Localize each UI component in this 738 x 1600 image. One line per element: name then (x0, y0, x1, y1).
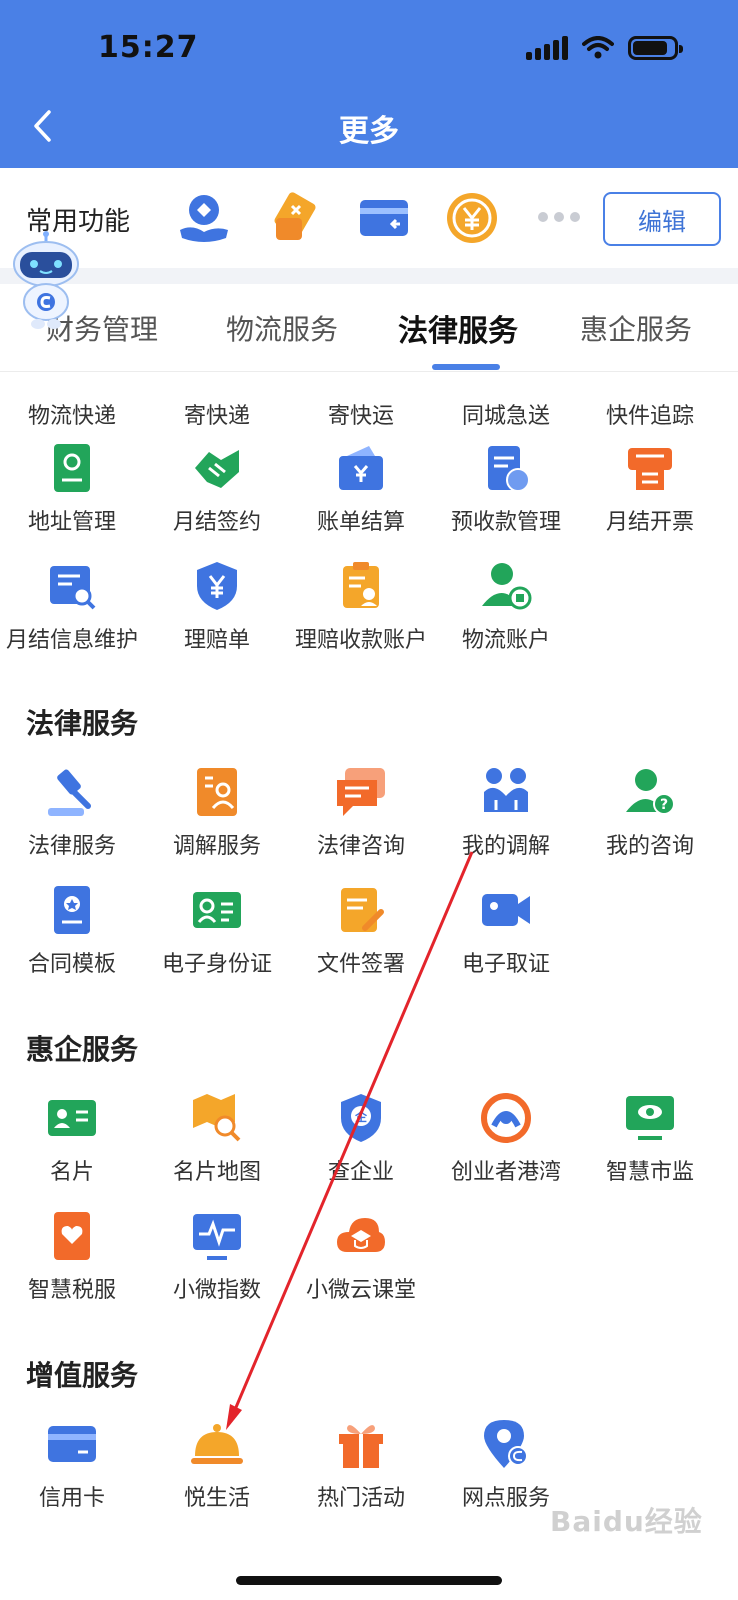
divider (0, 268, 738, 284)
mediation-doc-icon (197, 768, 237, 816)
coupon-tag-icon[interactable] (266, 190, 322, 246)
service-item-tax[interactable]: 智慧税服 (0, 1210, 146, 1304)
edit-button[interactable]: 编辑 (603, 192, 721, 246)
service-item-cloud-class[interactable]: 小微云课堂 (287, 1210, 435, 1304)
more-dots-icon (538, 212, 580, 222)
hand-person-icon[interactable] (176, 190, 232, 246)
service-item[interactable]: 寄快运 (287, 372, 435, 430)
service-item-monthly-sign[interactable]: 月结签约 (143, 442, 291, 536)
service-item[interactable]: 物流快递 (0, 372, 146, 430)
service-item-my-consult[interactable]: ? 我的咨询 (576, 766, 724, 860)
section-title-legal: 法律服务 (26, 707, 139, 740)
service-item-company[interactable]: 企 查企业 (287, 1092, 435, 1186)
gavel-icon (48, 769, 91, 816)
user-box-icon (482, 563, 532, 610)
tab-legal[interactable]: 法律服务 (398, 306, 518, 350)
doc-sign-icon (341, 888, 384, 932)
service-item-market-supervision[interactable]: 智慧市监 (576, 1092, 724, 1186)
status-time: 15:27 (98, 30, 199, 65)
service-item-legal[interactable]: 法律服务 (0, 766, 146, 860)
yuan-coin-icon[interactable] (444, 190, 500, 246)
service-item-prepay[interactable]: 预收款管理 (432, 442, 580, 536)
service-item-card-map[interactable]: 名片地图 (143, 1092, 291, 1186)
invoice-printer-icon (628, 448, 672, 490)
service-item-my-mediation[interactable]: 我的调解 (432, 766, 580, 860)
battery-icon (628, 36, 683, 60)
cloud-class-icon (337, 1218, 385, 1252)
location-pin-icon (484, 1420, 528, 1468)
service-item-contract[interactable]: 合同模板 (0, 884, 146, 978)
service-item-harbor[interactable]: 创业者港湾 (432, 1092, 580, 1186)
bill-yuan-icon (339, 446, 383, 490)
service-item-monthly-info[interactable]: 月结信息维护 (0, 560, 146, 654)
service-item-card[interactable]: 名片 (0, 1092, 146, 1186)
video-camera-icon (482, 894, 530, 926)
user-question-icon: ? (626, 769, 675, 815)
tab-logistics[interactable]: 物流服务 (226, 308, 338, 348)
common-functions-bar: 常用功能 编辑 (0, 168, 738, 268)
tab-enterprise[interactable]: 惠企服务 (580, 308, 692, 348)
service-item-evidence[interactable]: 电子取证 (432, 884, 580, 978)
service-item-address[interactable]: 地址管理 (0, 442, 146, 536)
prepay-doc-icon (488, 446, 530, 492)
two-people-icon (484, 768, 528, 812)
service-item-claim-account[interactable]: 理赔收款账户 (287, 560, 435, 654)
status-icons (526, 36, 683, 60)
shield-company-icon: 企 (341, 1094, 381, 1142)
svg-text:?: ? (660, 797, 668, 813)
service-item-consult[interactable]: 法律咨询 (287, 766, 435, 860)
category-tabs: 财务管理 物流服务 法律服务 惠企服务 (0, 284, 738, 372)
service-item-credit-card[interactable]: 信用卡 (0, 1418, 146, 1512)
address-book-icon (54, 444, 90, 492)
shield-yuan-icon (197, 562, 237, 610)
service-item[interactable]: 同城急送 (432, 372, 580, 430)
service-item-index[interactable]: 小微指数 (143, 1210, 291, 1304)
wifi-icon (582, 36, 614, 59)
service-item[interactable]: 快件追踪 (576, 372, 724, 430)
services-grid: 物流快递 寄快递 寄快运 同城急送 快件追踪 地址管理 月结签约 账单结算 预收… (0, 372, 738, 1600)
monitor-eye-icon (626, 1096, 674, 1140)
service-item-hot-events[interactable]: 热门活动 (287, 1418, 435, 1512)
active-tab-indicator (432, 364, 500, 370)
map-search-icon (193, 1094, 241, 1142)
id-card-icon (193, 892, 241, 928)
service-item-invoice[interactable]: 月结开票 (576, 442, 724, 536)
cellular-signal-icon (526, 36, 568, 60)
clipboard-person-icon (343, 562, 379, 608)
page-title: 更多 (339, 114, 399, 149)
service-item-claim[interactable]: 理赔单 (143, 560, 291, 654)
section-title-enterprise: 惠企服务 (26, 1033, 139, 1066)
harbor-logo-icon (481, 1093, 531, 1143)
home-indicator (236, 1576, 502, 1585)
contract-book-icon (54, 886, 90, 934)
service-item-yue-life[interactable]: 悦生活 (143, 1418, 291, 1512)
svg-text:企: 企 (354, 1109, 368, 1124)
watermark: Baidu经验 (550, 1505, 703, 1538)
pulse-monitor-icon (193, 1214, 241, 1260)
service-item-doc-sign[interactable]: 文件签署 (287, 884, 435, 978)
handshake-icon (195, 450, 239, 488)
service-item-bill[interactable]: 账单结算 (287, 442, 435, 536)
robot-mascot-icon[interactable] (6, 230, 86, 330)
service-item-outlet[interactable]: 网点服务 (432, 1418, 580, 1512)
gift-box-icon (339, 1425, 383, 1468)
service-item-eid[interactable]: 电子身份证 (143, 884, 291, 978)
service-item-logistics-account[interactable]: 物流账户 (432, 560, 580, 654)
top-bar: 15:27 更多 (0, 0, 738, 168)
card-return-icon[interactable] (356, 190, 412, 246)
service-item-mediation[interactable]: 调解服务 (143, 766, 291, 860)
chat-bubble-icon (337, 768, 385, 816)
tax-heart-icon (54, 1212, 90, 1260)
food-cloche-icon (191, 1424, 243, 1464)
credit-card-icon (48, 1426, 96, 1462)
doc-search-icon (50, 566, 96, 610)
business-card-icon (48, 1100, 96, 1136)
section-title-value-added: 增值服务 (26, 1359, 139, 1392)
service-item[interactable]: 寄快递 (143, 372, 291, 430)
